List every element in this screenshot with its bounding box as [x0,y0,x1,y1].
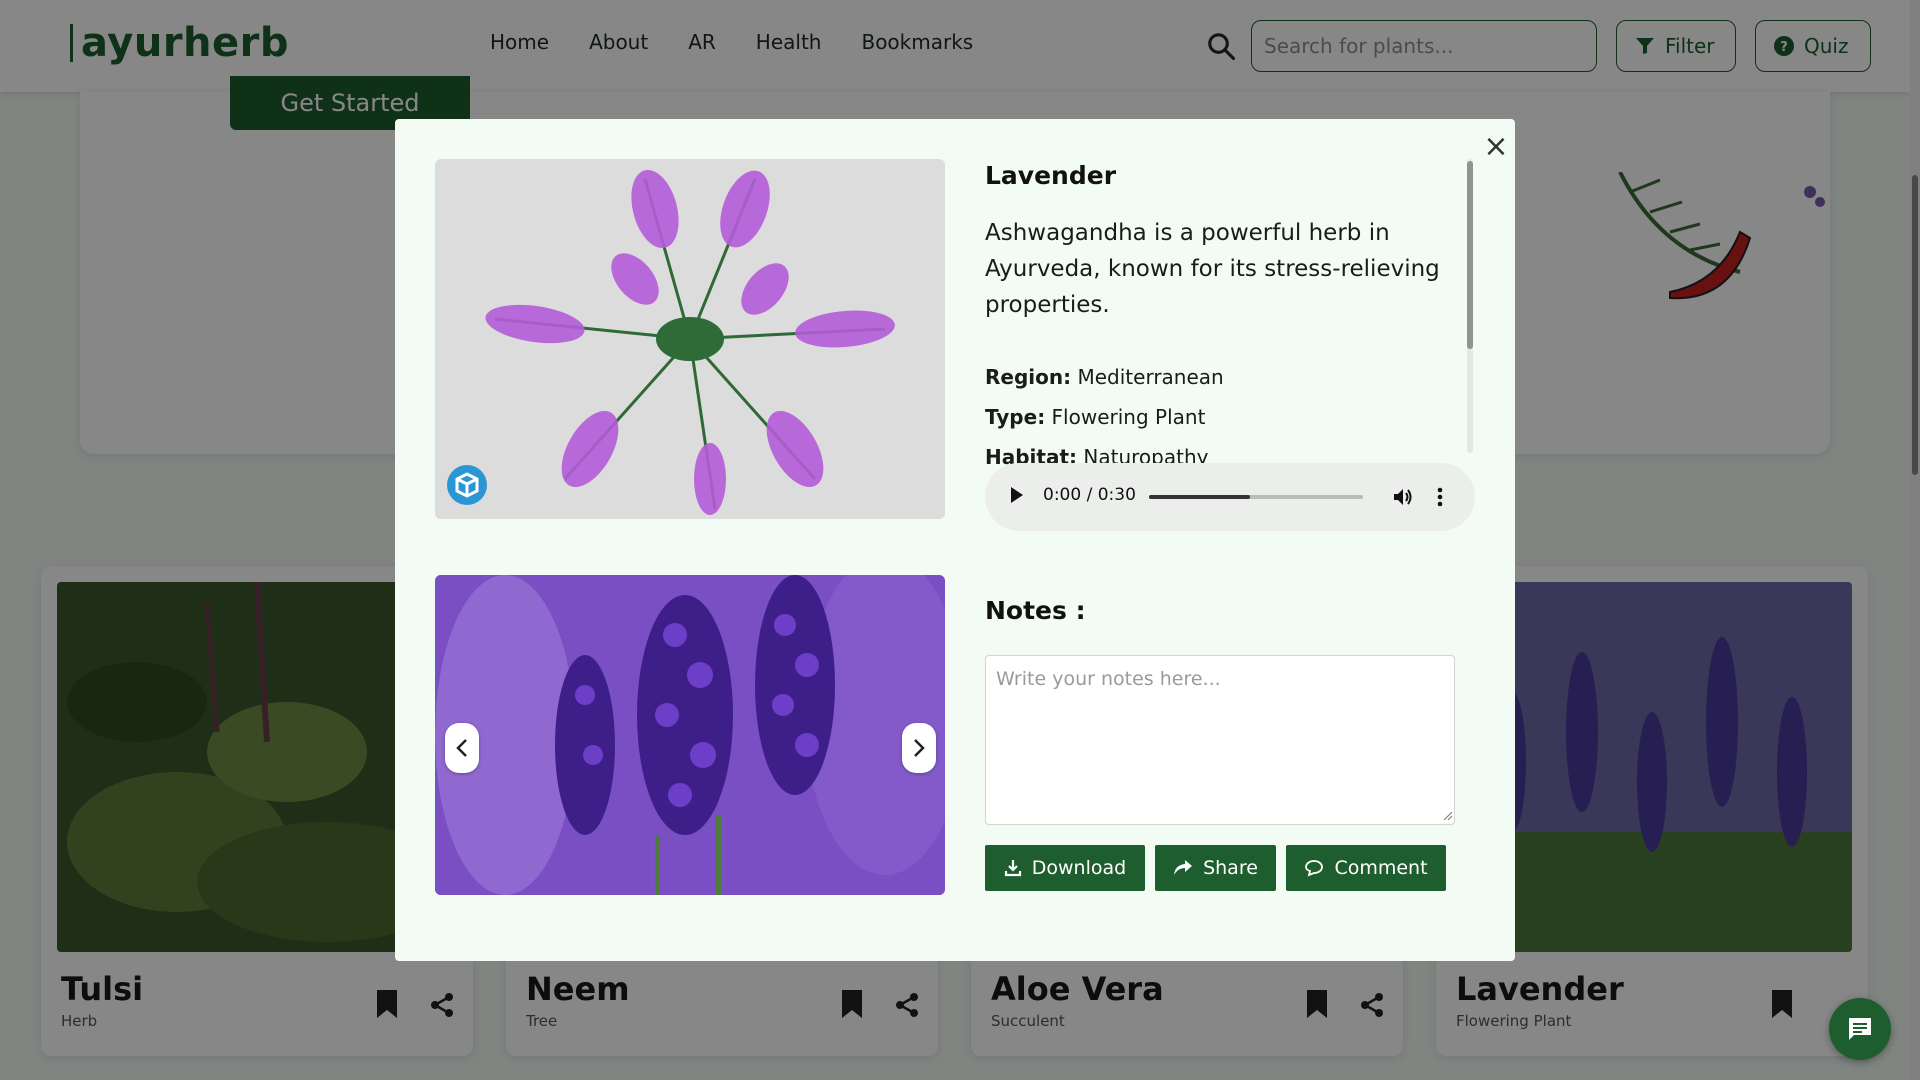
modal-title: Lavender [985,161,1117,190]
notes-textarea[interactable] [985,655,1455,825]
download-icon [1004,860,1021,877]
play-icon[interactable] [1011,487,1023,503]
3d-model-viewer[interactable] [435,159,945,519]
detail-value: Flowering Plant [1051,405,1206,429]
detail-type: Type: Flowering Plant [985,405,1205,429]
notes-heading: Notes : [985,596,1086,625]
details-scrollbar-thumb[interactable] [1467,161,1473,349]
lavender-photo [435,575,945,895]
image-carousel [435,575,945,895]
comment-icon [1305,860,1324,877]
chat-button[interactable] [1829,998,1891,1060]
carousel-next-button[interactable] [902,723,936,773]
chevron-left-icon [456,739,467,757]
detail-region: Region: Mediterranean [985,365,1224,389]
share-arrow-icon [1174,860,1193,875]
chat-icon [1849,1018,1871,1040]
detail-value: Mediterranean [1077,365,1224,389]
share-label: Share [1203,857,1258,879]
carousel-prev-button[interactable] [445,723,479,773]
detail-label: Type: [985,405,1046,429]
audio-progress [1149,495,1250,499]
audio-player[interactable]: 0:00 / 0:30 [985,463,1475,531]
audio-seek-bar[interactable] [1149,495,1363,499]
share-button[interactable]: Share [1155,845,1276,891]
more-options-icon[interactable] [1437,485,1443,509]
download-label: Download [1031,857,1127,879]
ar-cube-icon[interactable] [447,465,487,505]
plant-description: Ashwagandha is a powerful herb in Ayurve… [985,220,1440,318]
close-icon[interactable]: × [1482,132,1510,162]
comment-button[interactable]: Comment [1286,845,1446,891]
plant-detail-modal: × Lavender Ashwagandha is a powerful her… [395,119,1515,961]
audio-time: 0:00 / 0:30 [1043,485,1136,505]
lavender-3d-model [485,169,895,515]
comment-label: Comment [1334,857,1428,879]
detail-label: Region: [985,365,1072,389]
resize-grip-icon[interactable] [1443,811,1453,821]
download-button[interactable]: Download [985,845,1145,891]
volume-icon[interactable] [1391,485,1415,509]
chevron-right-icon [914,739,925,757]
